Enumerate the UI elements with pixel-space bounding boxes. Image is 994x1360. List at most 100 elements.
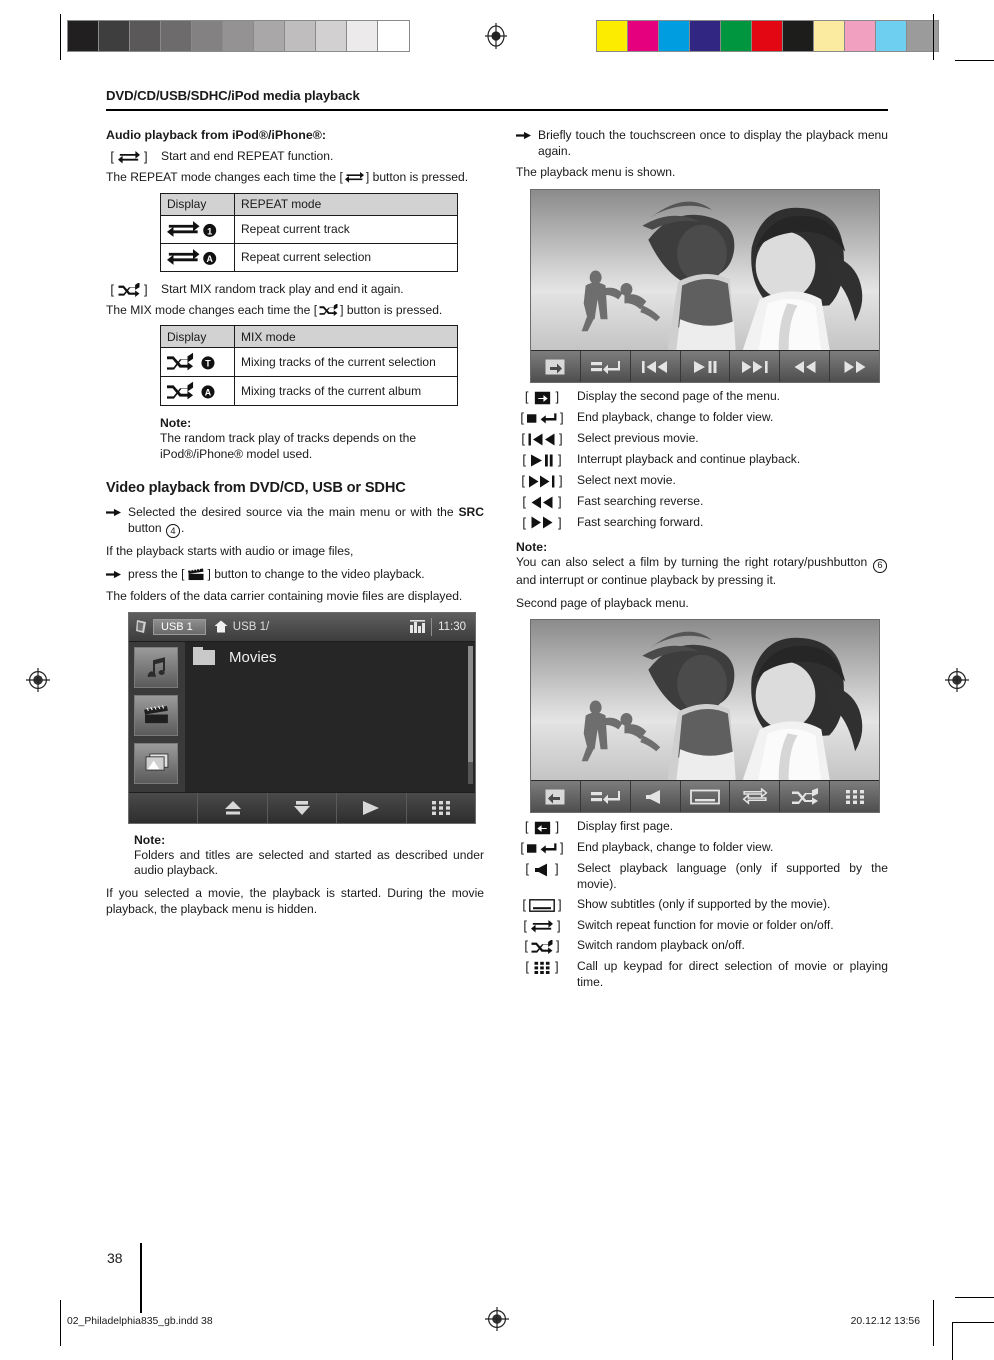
list-item[interactable]: Movies xyxy=(185,642,475,674)
repeat-desc-a: The REPEAT mode changes each time the xyxy=(106,169,337,184)
play-pause-icon[interactable] xyxy=(681,351,731,383)
mix-th-mode: MIX mode xyxy=(234,325,458,349)
hand-pointer-icon xyxy=(516,128,538,140)
key-row-subtitle: [ ] Show subtitles (only if supported by… xyxy=(516,897,888,914)
mix-bracket: [ ] xyxy=(110,281,148,298)
fastforward-icon xyxy=(530,516,554,529)
up-eject-icon[interactable] xyxy=(198,792,268,823)
play-pause-bracket: [ ] xyxy=(522,451,562,467)
folder-list[interactable]: Movies xyxy=(185,641,475,792)
fastforward-icon[interactable] xyxy=(830,351,879,382)
video-playback-heading: Video playback from DVD/CD, USB or SDHC xyxy=(106,479,406,496)
trim-rule-bottom-right-h2 xyxy=(952,1322,994,1324)
keypad-icon[interactable] xyxy=(830,781,879,812)
next-track-icon[interactable] xyxy=(730,351,781,383)
repeat-all-icon: A xyxy=(160,242,235,272)
path-label: USB 1/ xyxy=(232,620,270,633)
svg-text:T: T xyxy=(205,359,211,369)
key-text: Show subtitles (only if supported by the… xyxy=(577,896,831,911)
key-text: Display first page. xyxy=(577,819,674,834)
equalizer-icon xyxy=(410,620,426,634)
screenshot-body: Movies xyxy=(129,641,475,792)
mix-desc-b: ] button is pressed. xyxy=(340,302,443,317)
repeat-mode-text: Repeat current track xyxy=(234,214,458,244)
key-row-prev-page: [ ] Display first page. xyxy=(516,819,888,836)
repeat-th-display: Display xyxy=(160,192,235,216)
play-pause-icon xyxy=(530,454,554,467)
key-row-keypad: [ ] Call up keypad for direct selection … xyxy=(516,959,888,990)
shuffle-title-icon: T xyxy=(160,347,235,378)
svg-text:A: A xyxy=(207,254,214,264)
subtitle-icon[interactable] xyxy=(681,781,731,813)
audio-language-icon xyxy=(534,863,550,877)
stop-return-icon[interactable] xyxy=(581,781,631,813)
playback-menu-shown-text: The playback menu is shown. xyxy=(516,165,676,180)
scrollbar[interactable] xyxy=(468,645,473,784)
note-label: Note: xyxy=(160,416,192,431)
key-text: End playback, change to folder view. xyxy=(577,410,774,425)
subtitle-bracket: [ ] xyxy=(522,896,562,912)
source-tag[interactable]: USB 1 xyxy=(153,618,206,635)
page-number: 38 xyxy=(107,1250,123,1266)
imprint-timestamp: 20.12.12 13:56 xyxy=(850,1316,920,1327)
key-row-prev-track: [ ] Select previous movie. xyxy=(516,431,888,448)
key-row-shuffle: [ ] Switch random playback on/off. xyxy=(516,938,888,955)
rewind-bracket: [ ] xyxy=(522,493,562,509)
right-column: Briefly touch the touchscreen once to di… xyxy=(516,128,888,995)
next-page-icon[interactable] xyxy=(531,351,581,383)
playback-starts-text: If the playback starts with audio or ima… xyxy=(106,544,354,559)
note-folder-selection: Note: Folders and titles are selected an… xyxy=(134,833,484,879)
next-page-icon xyxy=(534,391,551,405)
picture-icon[interactable] xyxy=(134,742,178,784)
repeat-icon[interactable] xyxy=(730,781,781,813)
hand-pointer-icon xyxy=(106,567,128,579)
down-icon[interactable] xyxy=(268,792,338,823)
key-row-stop-return-2: [ ] End playback, change to folder view. xyxy=(516,840,888,857)
svg-text:1: 1 xyxy=(207,226,212,236)
prev-track-icon[interactable] xyxy=(631,351,681,383)
movie-clapper-icon[interactable] xyxy=(134,694,178,736)
note-label: Note: xyxy=(134,832,166,847)
audio-language-icon[interactable] xyxy=(631,781,681,813)
stop-return-bracket: [ ] xyxy=(520,410,564,426)
play-icon[interactable] xyxy=(337,792,407,823)
select-source-step: Selected the desired source via the main… xyxy=(106,505,484,539)
blank-icon[interactable] xyxy=(129,792,199,823)
note-text: The random track play of tracks depends … xyxy=(160,431,417,461)
keynum-6: 6 xyxy=(873,559,887,574)
mix-th-display: Display xyxy=(160,325,235,349)
prev-page-icon[interactable] xyxy=(531,781,581,813)
step2-a: press the [ xyxy=(128,567,185,582)
mix-row-text: Start MIX random track play and end it a… xyxy=(161,281,404,296)
repeat-icon-inline xyxy=(344,171,364,183)
shuffle-icon[interactable] xyxy=(780,781,831,813)
shuffle-icon xyxy=(531,939,553,954)
key-row-play-pause: [ ] Interrupt playback and continue play… xyxy=(516,452,888,469)
repeat-mode-desc: The REPEAT mode changes each time the [ … xyxy=(106,169,469,184)
repeat-th-mode: REPEAT mode xyxy=(234,192,458,216)
repeat-mode-table: Display REPEAT mode 1 Repeat current tra… xyxy=(160,192,458,272)
svg-text:A: A xyxy=(205,388,212,398)
rewind-icon[interactable] xyxy=(780,351,831,383)
mix-mode-desc: The MIX mode changes each time the [ ] b… xyxy=(106,302,443,317)
mix-desc-a: The MIX mode changes each time the xyxy=(106,302,311,317)
repeat-desc-b: ] button is pressed. xyxy=(365,169,469,184)
stop-return-icon[interactable] xyxy=(581,351,631,383)
hand-pointer-icon xyxy=(106,505,128,517)
table-row: 1 Repeat current track xyxy=(160,214,458,244)
home-icon[interactable] xyxy=(214,620,228,633)
keynum-4: 4 xyxy=(166,524,180,539)
repeat-bracket: [ ] xyxy=(110,149,148,164)
music-note-icon[interactable] xyxy=(134,646,178,688)
key-row-next-track: [ ] Select next movie. xyxy=(516,473,888,490)
mix-mode-text: Mixing tracks of the current selection xyxy=(234,347,458,378)
mix-function-row: [ ] Start MIX random track play and end … xyxy=(106,282,484,299)
press-video-button-step: press the [ ] button to change to the vi… xyxy=(106,567,484,583)
keypad-icon[interactable] xyxy=(407,793,475,823)
key-text: Fast searching reverse. xyxy=(577,493,704,508)
repeat-row-text: Start and end REPEAT function. xyxy=(161,149,334,163)
mix-mode-text: Mixing tracks of the current album xyxy=(234,376,458,407)
key-text: Select playback language (only if suppor… xyxy=(577,861,888,891)
table-header-row: Display REPEAT mode xyxy=(160,192,458,216)
playback-menu-screenshot-page2 xyxy=(530,619,880,814)
